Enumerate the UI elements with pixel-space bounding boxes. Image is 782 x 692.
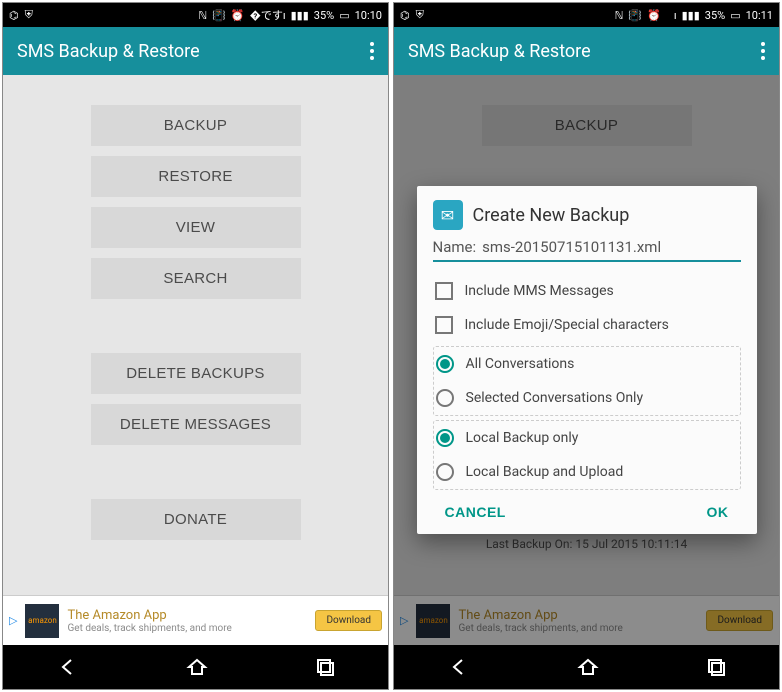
app-bar: SMS Backup & Restore [3,27,388,75]
vibrate-icon: 📳 [628,9,642,22]
battery-percent: 35% [705,9,725,22]
radio-icon [436,355,454,373]
include-mms-option[interactable]: Include MMS Messages [433,274,741,308]
app-title: SMS Backup & Restore [17,41,370,62]
dialog-scrim[interactable]: ✉ Create New Backup Name: sms-2015071510… [394,75,779,645]
clock: 10:10 [355,9,382,22]
shield-icon: ⛨ [25,8,33,22]
radio-icon [436,463,454,481]
cancel-button[interactable]: CANCEL [445,504,506,520]
ad-banner[interactable]: ▷ amazon The Amazon App Get deals, track… [3,595,388,645]
create-backup-dialog: ✉ Create New Backup Name: sms-2015071510… [417,186,757,534]
ad-download-button[interactable]: Download [315,610,382,631]
battery-icon: ▭ [730,9,740,22]
backup-button[interactable]: BACKUP [91,105,301,146]
restore-button[interactable]: RESTORE [91,156,301,197]
wifi-icon: �ですı [250,7,286,23]
selected-conversations-option[interactable]: Selected Conversations Only [434,381,740,415]
overflow-menu-icon[interactable] [370,42,374,60]
option-label: Include MMS Messages [465,283,614,299]
app-bar: SMS Backup & Restore [394,27,779,75]
radio-icon [436,429,454,447]
backup-filename-input[interactable]: sms-20150715101131.xml [482,238,661,256]
search-button[interactable]: SEARCH [91,258,301,299]
option-label: Local Backup only [466,430,579,446]
nav-bar [3,645,388,689]
ad-subtitle: Get deals, track shipments, and more [67,623,307,634]
home-icon[interactable] [186,656,208,678]
ok-button[interactable]: OK [707,504,729,520]
alarm-icon: ⏰ [647,9,661,22]
local-and-upload-option[interactable]: Local Backup and Upload [434,455,740,489]
radio-icon [436,389,454,407]
all-conversations-option[interactable]: All Conversations [434,347,740,381]
app-logo-icon: ✉ [433,200,463,230]
right-phone: ⌬ ⛨ ℕ 📳 ⏰ ⠀ı ▮▮▮ 35% ▭ 10:11 SMS Backup … [393,2,780,690]
overflow-menu-icon[interactable] [761,42,765,60]
nfc-icon: ℕ [198,9,207,22]
conversation-scope-group: All Conversations Selected Conversations… [433,346,741,416]
app-title: SMS Backup & Restore [408,41,761,62]
status-bar: ⌬ ⛨ ℕ 📳 ⏰ �ですı ▮▮▮ 35% ▭ 10:10 [3,3,388,27]
donate-button[interactable]: DONATE [91,499,301,540]
ad-title: The Amazon App [67,608,307,623]
local-only-option[interactable]: Local Backup only [434,421,740,455]
name-label: Name: [433,238,477,256]
recent-apps-icon[interactable] [315,657,335,677]
main-content: BACKUP RESTORE VIEW SEARCH DELETE BACKUP… [3,75,388,595]
clock: 10:11 [746,9,773,22]
include-emoji-option[interactable]: Include Emoji/Special characters [433,308,741,342]
dialog-title: Create New Backup [473,205,630,226]
back-icon[interactable] [57,656,79,678]
nfc-icon: ℕ [615,9,624,22]
status-bar: ⌬ ⛨ ℕ 📳 ⏰ ⠀ı ▮▮▮ 35% ▭ 10:11 [394,3,779,27]
left-phone: ⌬ ⛨ ℕ 📳 ⏰ �ですı ▮▮▮ 35% ▭ 10:10 SMS Backu… [2,2,389,690]
battery-percent: 35% [314,9,334,22]
option-label: Local Backup and Upload [466,464,624,480]
battery-icon: ▭ [339,9,349,22]
destination-group: Local Backup only Local Backup and Uploa… [433,420,741,490]
back-icon[interactable] [448,656,470,678]
nav-bar [394,645,779,689]
checkbox-icon [435,282,453,300]
home-icon[interactable] [577,656,599,678]
signal-icon: ▮▮▮ [682,9,700,22]
recent-apps-icon[interactable] [706,657,726,677]
adchoices-icon: ▷ [9,614,17,627]
alarm-icon: ⏰ [231,9,245,22]
bike-icon: ⌬ [400,9,410,22]
delete-messages-button[interactable]: DELETE MESSAGES [91,404,301,445]
option-label: Include Emoji/Special characters [465,317,669,333]
checkbox-icon [435,316,453,334]
option-label: Selected Conversations Only [466,390,644,406]
view-button[interactable]: VIEW [91,207,301,248]
bike-icon: ⌬ [9,9,19,22]
option-label: All Conversations [466,356,575,372]
delete-backups-button[interactable]: DELETE BACKUPS [91,353,301,394]
amazon-logo-icon: amazon [25,604,59,638]
signal-icon: ▮▮▮ [291,9,309,22]
wifi-icon: ⠀ı [666,9,677,22]
vibrate-icon: 📳 [212,9,226,22]
shield-icon: ⛨ [416,8,424,22]
